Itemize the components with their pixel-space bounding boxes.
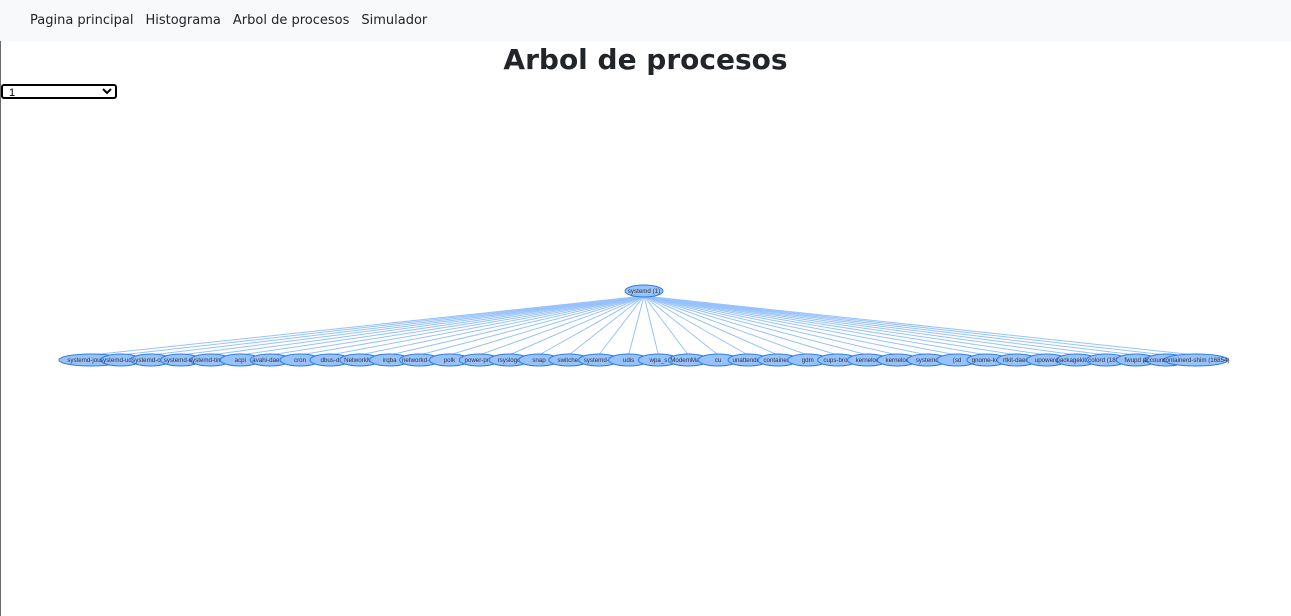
tree-node-child-label: acpi (235, 357, 246, 364)
tree-edge (643, 295, 928, 356)
tree-edge (449, 295, 645, 356)
tree-node-root-label: systemd (1) (628, 288, 660, 295)
tree-node-child-label: cron (294, 357, 307, 364)
tree-node-child-label: systemd (916, 357, 940, 364)
tree-edge (643, 295, 958, 356)
tree-edges (90, 295, 1197, 356)
tree-edge (150, 295, 645, 356)
tree-edge (643, 295, 838, 356)
tree-node-child-label: polk (444, 357, 456, 364)
tree-node-child[interactable]: containerd-shim (16854) (1162, 353, 1230, 367)
tree-edge (643, 295, 1047, 356)
tree-node-child-label: switcher (557, 357, 580, 364)
process-tree-graph[interactable]: systemd-journal (systemd-udevdsystemd-oo… (0, 0, 1291, 616)
tree-node-child-label: containerd-shim (16854) (1162, 357, 1229, 364)
tree-edge (643, 295, 1137, 356)
tree-node-child-label: udis (623, 357, 634, 364)
tree-edge (359, 295, 645, 356)
tree-node-child-label: wpa_s (648, 357, 667, 364)
tree-node-child-label: snap (532, 357, 546, 364)
tree-edge (643, 295, 1017, 356)
tree-node-root[interactable]: systemd (1) (624, 284, 664, 298)
tree-node-child-label: gdm (802, 357, 814, 364)
tree-node-child-label: dbus-d (320, 357, 339, 364)
tree-edge (329, 295, 645, 356)
tree-edge (240, 295, 645, 356)
tree-edge (180, 295, 645, 356)
tree-nodes: systemd-journal (systemd-udevdsystemd-oo… (58, 284, 1230, 367)
tree-node-child-label: cu (715, 357, 722, 364)
tree-node-child-label: (sd (953, 357, 962, 364)
tree-edge (419, 295, 645, 356)
tree-node-child-label: irqba (383, 357, 397, 364)
tree-edge (628, 295, 645, 356)
tree-edge (643, 295, 1107, 356)
tree-node-child-label: rsyslogd (498, 357, 522, 364)
tree-node-child-label: kerneloo (856, 357, 880, 364)
tree-node-child-label: kerneloo (885, 357, 909, 364)
tree-edge (643, 295, 868, 356)
tree-edge (270, 295, 645, 356)
tree-edge (120, 295, 645, 356)
